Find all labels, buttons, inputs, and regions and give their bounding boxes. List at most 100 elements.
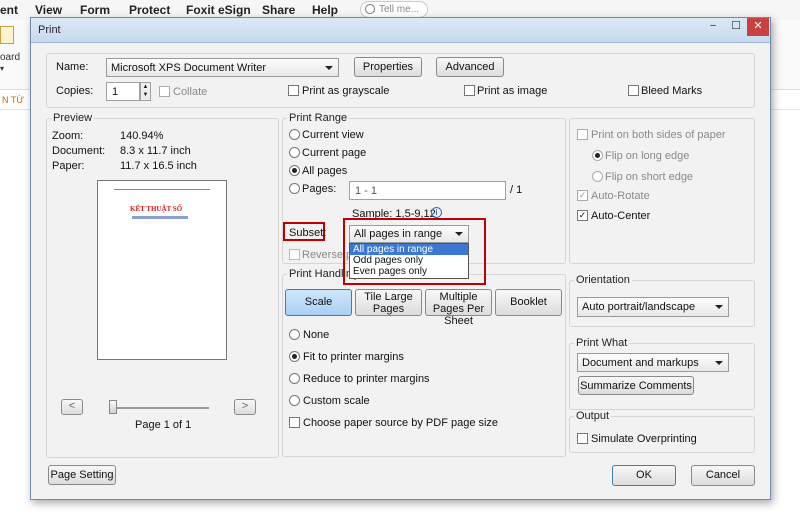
flip-short-edge-label: Flip on short edge — [605, 171, 694, 183]
info-icon[interactable]: i — [431, 207, 442, 218]
menu-foxit-esign[interactable]: Foxit eSign — [186, 3, 251, 17]
preview-prev-button[interactable]: < — [61, 399, 83, 415]
auto-center-label: Auto-Center — [591, 210, 651, 222]
chevron-down-icon — [715, 361, 723, 365]
summarize-comments-button[interactable]: Summarize Comments — [578, 376, 694, 395]
print-what-value: Document and markups — [582, 357, 699, 369]
menu-share[interactable]: Share — [262, 3, 295, 17]
preview-slider-track[interactable] — [109, 407, 209, 409]
print-dialog: Print − ☐ ✕ Name: Microsoft XPS Document… — [30, 17, 771, 500]
menu-view[interactable]: View — [35, 3, 62, 17]
page-setting-button[interactable]: Page Setting — [48, 465, 116, 485]
tell-me-search[interactable]: Tell me... — [360, 1, 428, 18]
tab-multiple-pages-per-sheet[interactable]: Multiple Pages Per Sheet — [425, 289, 492, 327]
flip-short-edge-radio[interactable] — [592, 171, 603, 182]
chevron-down-icon — [325, 66, 333, 70]
ok-button[interactable]: OK — [612, 465, 676, 486]
printer-name-label: Name: — [56, 61, 89, 73]
subset-label: Subset: — [289, 227, 327, 239]
properties-button[interactable]: Properties — [354, 57, 422, 77]
subset-select[interactable]: All pages in range — [349, 225, 469, 243]
orientation-group-label: Orientation — [574, 274, 632, 286]
paper-size-value: 11.7 x 16.5 inch — [120, 160, 197, 172]
preview-page-heading: KẾT THUẬT SỐ — [130, 205, 183, 213]
all-pages-label: All pages — [302, 165, 348, 177]
subset-option-odd[interactable]: Odd pages only — [350, 255, 468, 266]
collate-label: Collate — [173, 86, 208, 98]
pages-label: Pages: — [302, 183, 337, 195]
printer-name-value: Microsoft XPS Document Writer — [111, 62, 267, 74]
print-range-group-label: Print Range — [287, 112, 350, 124]
clipboard-icon[interactable] — [0, 26, 14, 44]
minimize-button[interactable]: − — [701, 18, 725, 36]
current-page-radio[interactable] — [289, 147, 300, 158]
all-pages-radio[interactable] — [289, 165, 300, 176]
scale-none-radio[interactable] — [289, 329, 300, 340]
menu-protect[interactable]: Protect — [129, 3, 170, 17]
tab-booklet[interactable]: Booklet — [495, 289, 562, 316]
subset-option-all[interactable]: All pages in range — [350, 244, 468, 255]
tab-tile-large-pages[interactable]: Tile Large Pages — [355, 289, 422, 316]
auto-center-checkbox[interactable]: ✓ — [577, 210, 588, 221]
flip-long-edge-radio[interactable] — [592, 150, 603, 161]
menu-help[interactable]: Help — [312, 3, 338, 17]
document-size-value: 8.3 x 11.7 inch — [120, 145, 191, 157]
auto-rotate-checkbox[interactable]: ✓ — [577, 190, 588, 201]
copies-stepper[interactable]: ▲ ▼ — [140, 82, 151, 101]
zoom-value: 140.94% — [120, 130, 164, 142]
simulate-overprinting-label: Simulate Overprinting — [591, 433, 697, 445]
both-sides-checkbox[interactable] — [577, 129, 588, 140]
pages-range-input[interactable]: 1 - 1 — [349, 181, 506, 200]
cancel-button[interactable]: Cancel — [691, 465, 755, 486]
fit-to-margins-radio[interactable] — [289, 351, 300, 362]
dialog-titlebar[interactable]: Print − ☐ ✕ — [31, 18, 770, 43]
reverse-pages-checkbox[interactable] — [289, 249, 300, 260]
close-button[interactable]: ✕ — [747, 18, 769, 36]
tab-scale[interactable]: Scale — [285, 289, 352, 316]
scale-none-label: None — [303, 329, 330, 341]
subset-options-list: All pages in range Odd pages only Even p… — [349, 243, 469, 279]
collate-checkbox[interactable] — [159, 86, 170, 97]
choose-paper-source-checkbox[interactable] — [289, 417, 300, 428]
auto-rotate-label: Auto-Rotate — [591, 190, 650, 202]
bleed-marks-checkbox[interactable] — [628, 85, 639, 96]
orientation-select[interactable]: Auto portrait/landscape — [577, 297, 729, 317]
current-view-radio[interactable] — [289, 129, 300, 140]
reduce-to-margins-radio[interactable] — [289, 373, 300, 384]
pages-radio[interactable] — [289, 183, 300, 194]
fit-to-margins-label: Fit to printer margins — [303, 351, 404, 363]
advanced-button[interactable]: Advanced — [436, 57, 504, 77]
current-view-label: Current view — [302, 129, 364, 141]
preview-subtext-line — [132, 216, 188, 219]
preview-next-button[interactable]: > — [234, 399, 256, 415]
printer-name-select[interactable]: Microsoft XPS Document Writer — [106, 58, 339, 77]
menu-file-clipped[interactable]: ent — [0, 3, 18, 17]
preview-header-rule — [114, 189, 210, 190]
dialog-title: Print — [38, 24, 61, 36]
pages-total: / 1 — [510, 184, 523, 196]
maximize-button[interactable]: ☐ — [725, 18, 747, 36]
preview-page-thumbnail: KẾT THUẬT SỐ — [97, 180, 227, 360]
print-what-group-label: Print What — [574, 337, 630, 349]
chevron-down-icon — [455, 232, 463, 236]
dropdown-caret-icon: ▾ — [0, 64, 5, 73]
preview-slider-thumb[interactable] — [109, 400, 117, 414]
print-what-select[interactable]: Document and markups — [577, 353, 729, 372]
print-as-image-checkbox[interactable] — [464, 85, 475, 96]
preview-group-label: Preview — [51, 112, 95, 124]
simulate-overprinting-checkbox[interactable] — [577, 433, 588, 444]
reduce-to-margins-label: Reduce to printer margins — [303, 373, 430, 385]
clipboard-label: oard — [0, 52, 21, 63]
lightbulb-icon — [365, 4, 375, 14]
page-indicator: Page 1 of 1 — [135, 419, 192, 431]
custom-scale-radio[interactable] — [289, 395, 300, 406]
subset-value: All pages in range — [354, 228, 443, 240]
grayscale-checkbox[interactable] — [288, 85, 299, 96]
menu-form[interactable]: Form — [80, 3, 110, 17]
copies-input[interactable]: 1 — [106, 82, 140, 101]
document-tab-label[interactable]: N TỪ — [2, 95, 24, 105]
current-page-label: Current page — [302, 147, 367, 159]
subset-option-even[interactable]: Even pages only — [350, 266, 468, 277]
bleed-marks-label: Bleed Marks — [641, 85, 703, 97]
paper-size-label: Paper: — [52, 160, 85, 172]
